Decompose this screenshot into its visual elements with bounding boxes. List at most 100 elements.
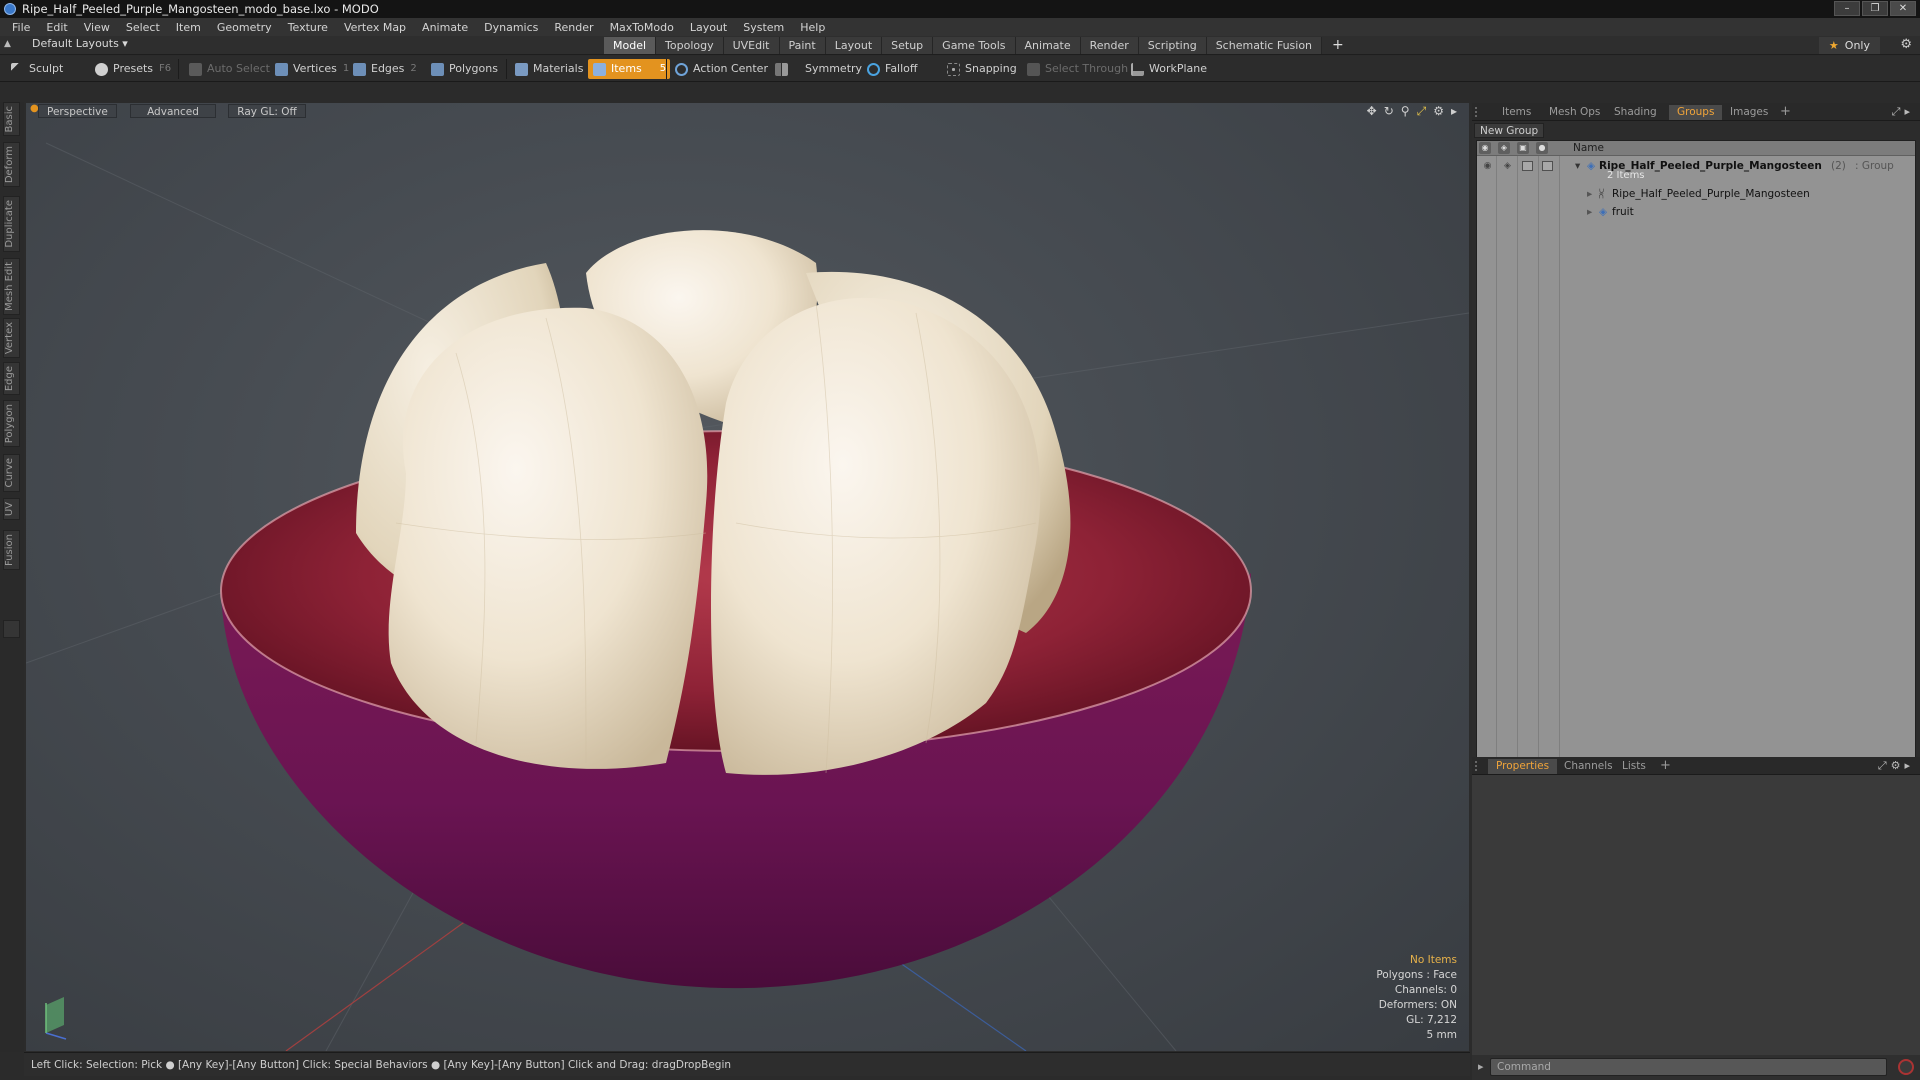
tab-lists[interactable]: Lists — [1614, 759, 1654, 774]
menu-edit[interactable]: Edit — [38, 21, 75, 34]
fit-view-icon[interactable]: ⤢ — [1417, 104, 1427, 119]
menu-system[interactable]: System — [735, 21, 792, 34]
group-items-count: 2 Items — [1607, 170, 1645, 181]
select-column-icon[interactable]: ● — [1536, 142, 1548, 154]
vtab-curve[interactable]: Curve — [3, 454, 20, 492]
tab-model[interactable]: Model — [604, 37, 657, 54]
menu-view[interactable]: View — [76, 21, 118, 34]
visibility-column-eye-icon[interactable]: ◉ — [1479, 142, 1491, 154]
add-tab-button[interactable]: + — [1332, 37, 1344, 54]
vtab-duplicate[interactable]: Duplicate — [3, 196, 20, 252]
sculpt-label: Sculpt — [29, 62, 64, 75]
tab-uvedit[interactable]: UVEdit — [723, 37, 780, 54]
panel-expand-icon[interactable]: ⤢⚙▸ — [1878, 759, 1914, 773]
zoom-icon[interactable]: ⚲ — [1401, 104, 1410, 119]
tab-setup[interactable]: Setup — [882, 37, 934, 54]
tab-game-tools[interactable]: Game Tools — [933, 37, 1016, 54]
vertices-button[interactable]: Vertices 1 — [270, 59, 354, 79]
tab-shading[interactable]: Shading — [1606, 105, 1665, 120]
command-input[interactable] — [1490, 1058, 1887, 1076]
maximize-button[interactable]: ❐ — [1862, 1, 1888, 16]
properties-panel: Properties Channels Lists + ⤢⚙▸ ▸ — [1472, 757, 1920, 1080]
tab-groups[interactable]: Groups — [1669, 105, 1723, 120]
minimize-button[interactable]: – — [1834, 1, 1860, 16]
workplane-button[interactable]: WorkPlane — [1126, 59, 1212, 79]
snapping-label: Snapping — [965, 62, 1017, 75]
gl-poly-count: GL: 7,212 — [1406, 1014, 1457, 1026]
auto-select-button[interactable]: Auto Select — [184, 59, 275, 79]
menu-geometry[interactable]: Geometry — [209, 21, 280, 34]
falloff-button[interactable]: Falloff — [862, 59, 922, 79]
tab-scripting[interactable]: Scripting — [1138, 37, 1207, 54]
group-child-row[interactable]: ▸ ⩈ Ripe_Half_Peeled_Purple_Mangosteen — [1477, 186, 1915, 202]
menu-vertex-map[interactable]: Vertex Map — [336, 21, 414, 34]
tab-images[interactable]: Images — [1722, 105, 1776, 120]
panel-drag-handle[interactable] — [1475, 107, 1481, 117]
pan-icon[interactable]: ✥ — [1367, 104, 1377, 119]
tab-paint[interactable]: Paint — [779, 37, 826, 54]
menu-help[interactable]: Help — [792, 21, 833, 34]
select-through-button[interactable]: Select Through — [1022, 59, 1133, 79]
symmetry-button[interactable]: Symmetry — [770, 59, 867, 79]
vtab-mesh-edit[interactable]: Mesh Edit — [3, 258, 20, 315]
viewport-settings-gear-icon[interactable]: ⚙ — [1433, 104, 1444, 119]
sculpt-button[interactable]: Sculpt — [6, 59, 68, 79]
menu-maxtomodo[interactable]: MaxToModo — [602, 21, 682, 34]
add-panel-tab-button[interactable]: + — [1780, 104, 1791, 119]
action-center-button[interactable]: Action Center — [670, 59, 773, 79]
shading-mode-button[interactable]: Advanced — [130, 104, 216, 118]
child-arrow-icon[interactable]: ▸ — [1587, 204, 1592, 220]
vtab-edge[interactable]: Edge — [3, 362, 20, 396]
lock-column-icon[interactable]: ▣ — [1517, 142, 1529, 154]
panel-expand-icon[interactable]: ⤢▸ — [1892, 105, 1914, 119]
new-group-button[interactable]: New Group — [1474, 123, 1545, 138]
tab-animate[interactable]: Animate — [1015, 37, 1081, 54]
viewport-expand-arrow-icon[interactable]: ▸ — [1451, 104, 1457, 119]
collapse-up-icon[interactable]: ▲ — [4, 39, 16, 49]
name-column-header[interactable]: Name — [1573, 142, 1604, 154]
menu-texture[interactable]: Texture — [280, 21, 336, 34]
tab-channels[interactable]: Channels — [1556, 759, 1621, 774]
gear-icon[interactable]: ⚙ — [1900, 37, 1912, 52]
tab-items[interactable]: Items — [1494, 105, 1539, 120]
vtab-vertex[interactable]: Vertex — [3, 318, 20, 359]
vtab-uv[interactable]: UV — [3, 498, 20, 521]
child-arrow-icon[interactable]: ▸ — [1587, 186, 1592, 202]
tab-properties[interactable]: Properties — [1488, 759, 1558, 774]
menu-layout[interactable]: Layout — [682, 21, 735, 34]
vtab-basic[interactable]: Basic — [3, 102, 20, 137]
vtab-fusion[interactable]: Fusion — [3, 530, 20, 570]
rotate-icon[interactable]: ↻ — [1384, 104, 1394, 119]
polygons-button[interactable]: Polygons — [426, 59, 503, 79]
vtab-deform[interactable]: Deform — [3, 142, 20, 188]
tab-topology[interactable]: Topology — [656, 37, 724, 54]
raygl-toggle[interactable]: Ray GL: Off — [228, 104, 306, 118]
edges-button[interactable]: Edges 2 — [348, 59, 422, 79]
view-mode-button[interactable]: Perspective — [38, 104, 117, 118]
vtab-polygon[interactable]: Polygon — [3, 400, 20, 448]
layouts-dropdown[interactable]: Default Layouts ▾ — [32, 37, 128, 50]
3d-viewport[interactable]: ● Perspective Advanced Ray GL: Off ✥ ↻ ⚲… — [26, 103, 1469, 1051]
tab-render[interactable]: Render — [1080, 37, 1139, 54]
only-toggle[interactable]: ★ Only — [1818, 37, 1880, 54]
panel-drag-handle[interactable] — [1475, 761, 1481, 771]
menu-render[interactable]: Render — [546, 21, 601, 34]
tab-schematic-fusion[interactable]: Schematic Fusion — [1206, 37, 1323, 54]
record-macro-icon[interactable] — [1898, 1059, 1914, 1075]
menu-dynamics[interactable]: Dynamics — [476, 21, 546, 34]
render-column-icon[interactable]: ◈ — [1498, 142, 1510, 154]
menu-item[interactable]: Item — [168, 21, 209, 34]
presets-button[interactable]: Presets F6 — [90, 59, 176, 79]
items-button[interactable]: Items 5 — [588, 59, 671, 79]
menu-select[interactable]: Select — [118, 21, 168, 34]
materials-button[interactable]: Materials — [510, 59, 588, 79]
menu-file[interactable]: File — [4, 21, 38, 34]
close-button[interactable]: ✕ — [1890, 1, 1916, 16]
vtab-collapse-toggle[interactable] — [3, 620, 20, 638]
group-child-row[interactable]: ▸ ◈ fruit — [1477, 204, 1915, 220]
menu-animate[interactable]: Animate — [414, 21, 476, 34]
tab-layout[interactable]: Layout — [825, 37, 883, 54]
snapping-button[interactable]: Snapping — [942, 59, 1022, 79]
tab-mesh-ops[interactable]: Mesh Ops — [1541, 105, 1608, 120]
add-panel-tab-button[interactable]: + — [1660, 758, 1671, 773]
